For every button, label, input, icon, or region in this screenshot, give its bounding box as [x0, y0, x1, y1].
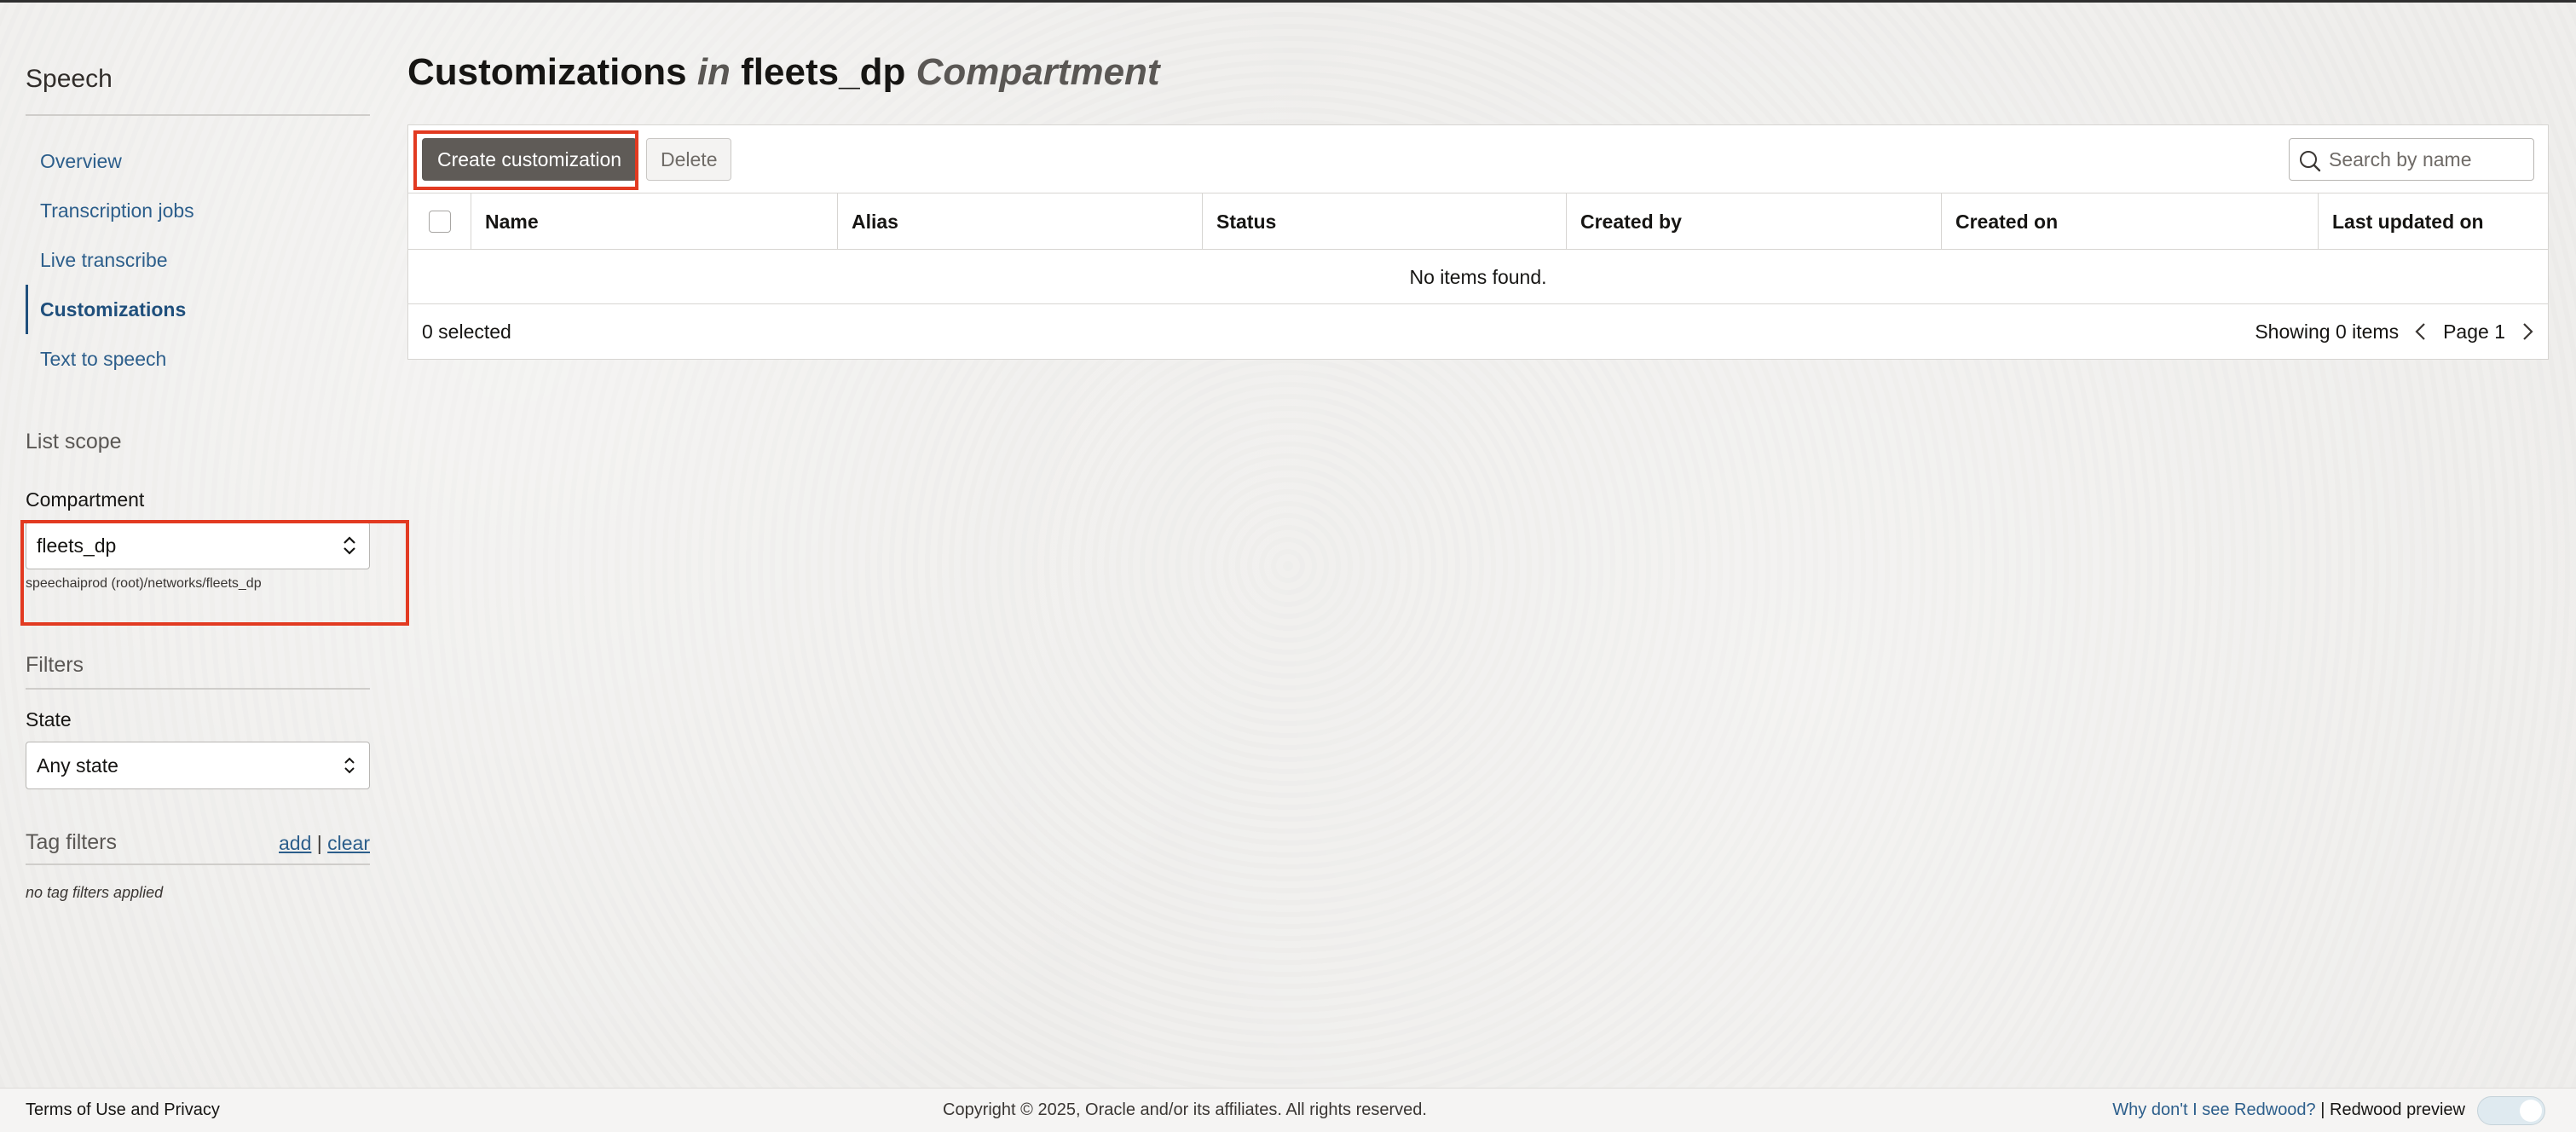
tag-filters-title: Tag filters — [26, 830, 117, 854]
customizations-table-panel: Create customization Delete Name Alias S… — [407, 124, 2549, 360]
tag-filters-empty: no tag filters applied — [26, 884, 164, 901]
delete-button[interactable]: Delete — [646, 138, 732, 181]
redwood-preview-toggle[interactable] — [2477, 1096, 2545, 1125]
tag-filter-links: add | clear — [279, 832, 370, 855]
page-title: Customizations in fleets_dp Compartment — [407, 51, 1160, 94]
top-border — [0, 0, 2576, 3]
next-page-icon[interactable] — [2517, 319, 2538, 344]
table-toolbar: Create customization Delete — [408, 125, 2548, 193]
select-all-cell — [408, 193, 471, 250]
tag-filter-clear-link[interactable]: clear — [327, 832, 370, 854]
column-header-last-updated-on[interactable]: Last updated on — [2319, 193, 2548, 250]
redwood-preview-label: Redwood preview — [2330, 1100, 2465, 1119]
column-header-created-by[interactable]: Created by — [1567, 193, 1942, 250]
search-box — [2289, 138, 2534, 181]
up-down-chevron-icon — [344, 757, 355, 774]
sidebar-item-overview[interactable]: Overview — [26, 136, 370, 186]
list-scope-title: List scope — [26, 430, 122, 453]
table-empty-message: No items found. — [408, 250, 2548, 304]
copyright-text: Copyright © 2025, Oracle and/or its affi… — [943, 1100, 1427, 1119]
column-header-created-on[interactable]: Created on — [1942, 193, 2319, 250]
column-header-name[interactable]: Name — [471, 193, 838, 250]
create-customization-button[interactable]: Create customization — [422, 138, 638, 181]
showing-count: Showing 0 items — [2255, 320, 2400, 343]
redwood-separator: | — [2320, 1100, 2325, 1119]
table-header: Name Alias Status Created by Created on … — [408, 193, 2548, 250]
page-indicator: Page 1 — [2443, 320, 2505, 343]
state-value: Any state — [37, 754, 118, 777]
redwood-question-link[interactable]: Why don't I see Redwood? — [2112, 1100, 2315, 1119]
column-header-alias[interactable]: Alias — [838, 193, 1203, 250]
page-footer: Terms of Use and Privacy Copyright © 202… — [0, 1088, 2576, 1132]
pagination: Showing 0 items Page 1 — [2255, 304, 2538, 359]
sidebar-item-customizations[interactable]: Customizations — [26, 285, 370, 334]
page-title-main: Customizations — [407, 51, 687, 93]
sidebar: Speech Overview Transcription jobs Live … — [20, 60, 409, 902]
page-title-in: in — [696, 51, 731, 93]
compartment-label: Compartment — [26, 488, 145, 511]
selected-count: 0 selected — [422, 321, 511, 343]
state-select[interactable]: Any state — [26, 742, 370, 789]
redwood-info: Why don't I see Redwood? | Redwood previ… — [2112, 1089, 2465, 1131]
sidebar-item-text-to-speech[interactable]: Text to speech — [26, 334, 370, 384]
previous-page-icon[interactable] — [2411, 319, 2431, 344]
terms-link[interactable]: Terms of Use and Privacy — [26, 1089, 220, 1131]
page-title-compartment: fleets_dp — [741, 51, 906, 93]
sidebar-title: Speech — [26, 60, 370, 116]
table-footer: 0 selected Showing 0 items Page 1 — [408, 304, 2548, 359]
toggle-knob — [2520, 1100, 2542, 1122]
sidebar-nav: Overview Transcription jobs Live transcr… — [26, 136, 370, 384]
search-input[interactable] — [2329, 139, 2530, 180]
filters-title: Filters — [26, 653, 370, 690]
tag-filters-header: Tag filters add | clear — [26, 830, 370, 865]
column-header-status[interactable]: Status — [1203, 193, 1567, 250]
tag-link-separator: | — [316, 832, 322, 854]
page-title-suffix: Compartment — [915, 51, 1160, 93]
sidebar-item-transcription-jobs[interactable]: Transcription jobs — [26, 186, 370, 235]
sidebar-item-live-transcribe[interactable]: Live transcribe — [26, 235, 370, 285]
compartment-highlight-box — [20, 520, 409, 626]
tag-filter-add-link[interactable]: add — [279, 832, 311, 854]
search-icon — [2300, 151, 2321, 172]
select-all-checkbox[interactable] — [429, 211, 451, 233]
state-label: State — [26, 708, 72, 731]
